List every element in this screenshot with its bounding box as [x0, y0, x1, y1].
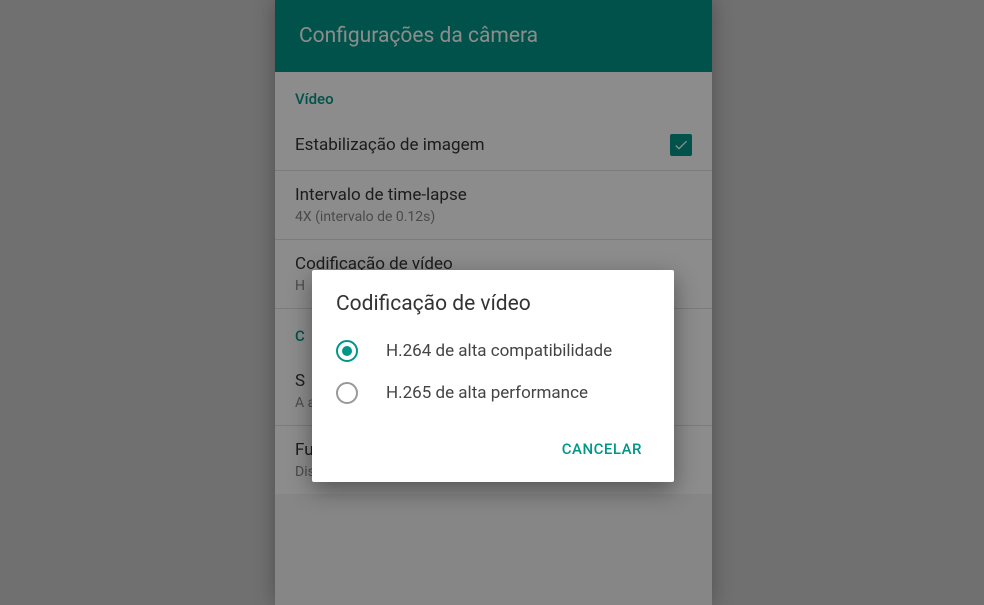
- dialog-title: Codificação de vídeo: [312, 270, 674, 330]
- radio-option-h265[interactable]: H.265 de alta performance: [312, 372, 674, 414]
- radio-label: H.265 de alta performance: [386, 382, 588, 404]
- radio-unselected-icon: [336, 382, 358, 404]
- radio-selected-icon: [336, 340, 358, 362]
- radio-label: H.264 de alta compatibilidade: [386, 340, 612, 362]
- radio-option-h264[interactable]: H.264 de alta compatibilidade: [312, 330, 674, 372]
- video-encoding-dialog: Codificação de vídeo H.264 de alta compa…: [312, 270, 674, 482]
- dialog-actions: CANCELAR: [312, 414, 674, 474]
- cancel-button[interactable]: CANCELAR: [550, 432, 654, 466]
